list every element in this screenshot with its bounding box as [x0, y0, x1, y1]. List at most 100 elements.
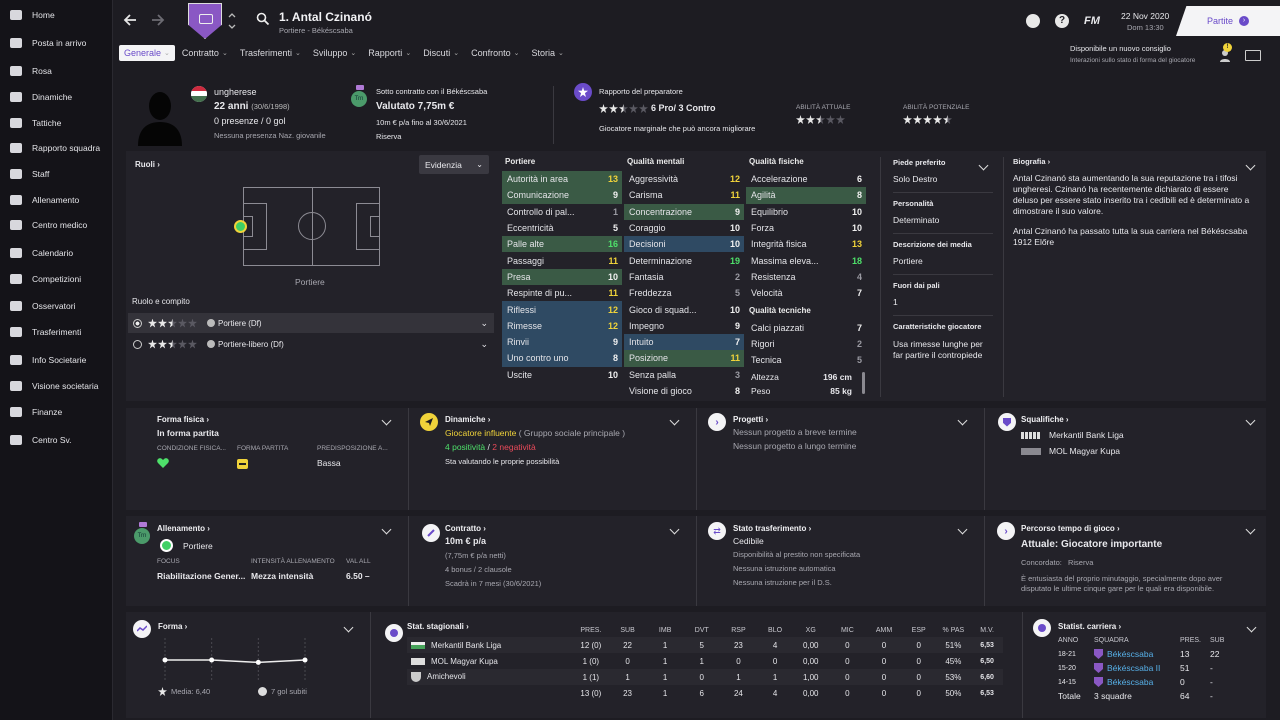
sidebar-item-rapporto-squadra[interactable]: Rapporto squadra	[0, 137, 113, 159]
column-header[interactable]: SUB	[609, 623, 647, 637]
career-row[interactable]: 18-21 Békéscsaba 13 22	[1058, 647, 1253, 661]
sidebar-item-home[interactable]: Home	[0, 4, 113, 26]
sidebar-item-osservatori[interactable]: Osservatori	[0, 295, 113, 317]
attribute-row[interactable]: Integrità fisica 13	[746, 236, 866, 252]
attribute-row[interactable]: Palle alte 16	[502, 236, 622, 253]
form-point[interactable]	[302, 657, 308, 663]
column-header[interactable]: RSP	[720, 623, 758, 637]
attribute-row[interactable]: Carisma 11	[624, 187, 744, 203]
column-header[interactable]: PRES.	[1180, 637, 1210, 644]
career-stats-title[interactable]: Statist. carriera ›	[1058, 622, 1121, 631]
sidebar-item-centro-sv-[interactable]: Centro Sv.	[0, 429, 113, 451]
attribute-row[interactable]: Aggressività 12	[624, 171, 744, 187]
training-title[interactable]: Allenamento ›	[157, 524, 210, 533]
sidebar-item-trasferimenti[interactable]: Trasferimenti	[0, 321, 113, 343]
attribute-row[interactable]: Presa 10	[502, 268, 622, 286]
chevron-down-icon[interactable]: ⌄	[480, 339, 488, 350]
info-icon[interactable]	[207, 319, 215, 327]
tab-rapporti[interactable]: Rapporti ⌄	[363, 45, 416, 61]
attribute-row[interactable]: Agilità 8	[746, 187, 866, 204]
attribute-row[interactable]: Passaggi 11	[502, 252, 622, 268]
bans-title[interactable]: Squalifiche ›	[1021, 415, 1069, 424]
chevron-down-icon[interactable]: ⌄	[480, 318, 488, 329]
attribute-row[interactable]: Decisioni 10	[624, 236, 744, 253]
screen-icon[interactable]	[1245, 50, 1261, 61]
attribute-row[interactable]: Rinvii 9	[502, 333, 622, 351]
club-crest[interactable]	[188, 3, 222, 39]
sidebar-item-info-societarie[interactable]: Info Societarie	[0, 349, 113, 371]
dynamics-title[interactable]: Dinamiche ›	[445, 415, 490, 424]
sidebar-item-centro-medico[interactable]: Centro medico	[0, 214, 113, 236]
tab-storia[interactable]: Storia ⌄	[526, 45, 568, 61]
radio-button[interactable]	[133, 318, 142, 328]
sidebar-item-staff[interactable]: Staff	[0, 163, 113, 185]
sidebar-item-finanze[interactable]: Finanze	[0, 401, 113, 423]
column-header[interactable]: ANNO	[1058, 637, 1094, 644]
attribute-row[interactable]: Resistenza 4	[746, 269, 866, 285]
column-header[interactable]: IMB	[646, 623, 684, 637]
attribute-row[interactable]: Gioco di squad... 10	[624, 301, 744, 317]
attribute-row[interactable]: Accelerazione 6	[746, 171, 866, 187]
fitness-title[interactable]: Forma fisica ›	[157, 415, 209, 424]
attribute-row[interactable]: Determinazione 19	[624, 252, 744, 268]
form-point[interactable]	[255, 659, 261, 665]
career-row[interactable]: 14-15 Békéscsaba 0 -	[1058, 675, 1253, 689]
attribute-row[interactable]: Visione di gioco 8	[624, 383, 744, 399]
column-header[interactable]: % PAS	[936, 623, 972, 637]
sidebar-item-posta-in-arrivo[interactable]: Posta in arrivo	[0, 32, 113, 54]
position-marker[interactable]	[234, 220, 247, 233]
column-header[interactable]: M.V.	[971, 623, 1003, 637]
sidebar-item-rosa[interactable]: Rosa	[0, 60, 113, 82]
attribute-row[interactable]: Autorità in area 13	[502, 171, 622, 188]
biography-title[interactable]: Biografia ›	[1013, 157, 1050, 166]
attribute-row[interactable]: Uscite 10	[502, 367, 622, 383]
transfer-status-title[interactable]: Stato trasferimento ›	[733, 524, 811, 533]
contract-title[interactable]: Contratto ›	[445, 524, 486, 533]
back-button[interactable]	[122, 12, 138, 28]
column-header[interactable]: XG	[793, 623, 829, 637]
attribute-row[interactable]: Riflessi 12	[502, 301, 622, 318]
attribute-row[interactable]: Fantasia 2	[624, 269, 744, 285]
attribute-row[interactable]: Velocità 7	[746, 285, 866, 301]
advice-people-icon[interactable]: !	[1219, 43, 1232, 62]
table-row[interactable]: Amichevoli 1 (1) 1 1 0 1 1 1,00 0 0 0 53% 6,60	[407, 669, 1003, 685]
table-row[interactable]: 13 (0) 23 1 6 24 4 0,00 0 0 0 50% 6,53	[407, 685, 1003, 701]
attribute-row[interactable]: Massima eleva... 18	[746, 252, 866, 268]
form-point[interactable]	[162, 657, 168, 663]
attribute-row[interactable]: Uno contro uno 8	[502, 350, 622, 367]
attribute-row[interactable]: Eccentricità 5	[502, 220, 622, 236]
attribute-row[interactable]: Rimesse 12	[502, 317, 622, 334]
attribute-row[interactable]: Tecnica 5	[746, 352, 866, 368]
career-team[interactable]: Békéscsaba	[1107, 649, 1153, 659]
scrollbar[interactable]	[862, 372, 865, 394]
column-header[interactable]: SUB	[1210, 637, 1240, 644]
fm-logo[interactable]: FM	[1084, 15, 1100, 27]
attribute-row[interactable]: Calci piazzati 7	[746, 319, 866, 335]
form-title[interactable]: Forma ›	[158, 622, 187, 631]
career-row[interactable]: 15-20 Békéscsaba II 51 -	[1058, 661, 1253, 675]
tab-generale[interactable]: Generale ⌄	[119, 45, 175, 61]
column-header[interactable]: AMM	[866, 623, 902, 637]
column-header[interactable]: SQUADRA	[1094, 637, 1180, 644]
continue-button[interactable]: Partite ›	[1176, 6, 1280, 36]
info-icon[interactable]	[207, 340, 215, 348]
plans-title[interactable]: Progetti ›	[733, 415, 768, 424]
sidebar-item-visione-societaria[interactable]: Visione societaria	[0, 375, 113, 397]
attribute-row[interactable]: Controllo di pal... 1	[502, 204, 622, 220]
attribute-row[interactable]: Posizione 11	[624, 350, 744, 367]
sidebar-item-competizioni[interactable]: Competizioni	[0, 268, 113, 290]
coach-report-title[interactable]: Rapporto del preparatore	[599, 87, 683, 96]
table-row[interactable]: MOL Magyar Kupa 1 (0) 0 1 1 0 0 0,00 0 0 0 45% 6,50	[407, 653, 1003, 669]
attribute-row[interactable]: Equilibrio 10	[746, 204, 866, 220]
attribute-row[interactable]: Respinte di pu... 11	[502, 285, 622, 301]
attribute-row[interactable]: Intuito 7	[624, 333, 744, 351]
career-team[interactable]: Békéscsaba II	[1107, 663, 1160, 673]
column-header[interactable]: MIC	[829, 623, 867, 637]
tab-trasferimenti[interactable]: Trasferimenti ⌄	[235, 45, 306, 61]
sidebar-item-tattiche[interactable]: Tattiche	[0, 112, 113, 134]
column-header[interactable]: ESP	[902, 623, 936, 637]
radio-button[interactable]	[133, 339, 142, 349]
attribute-row[interactable]: Forza 10	[746, 220, 866, 236]
tab-discuti[interactable]: Discuti ⌄	[418, 45, 464, 61]
search-icon[interactable]	[256, 12, 270, 26]
